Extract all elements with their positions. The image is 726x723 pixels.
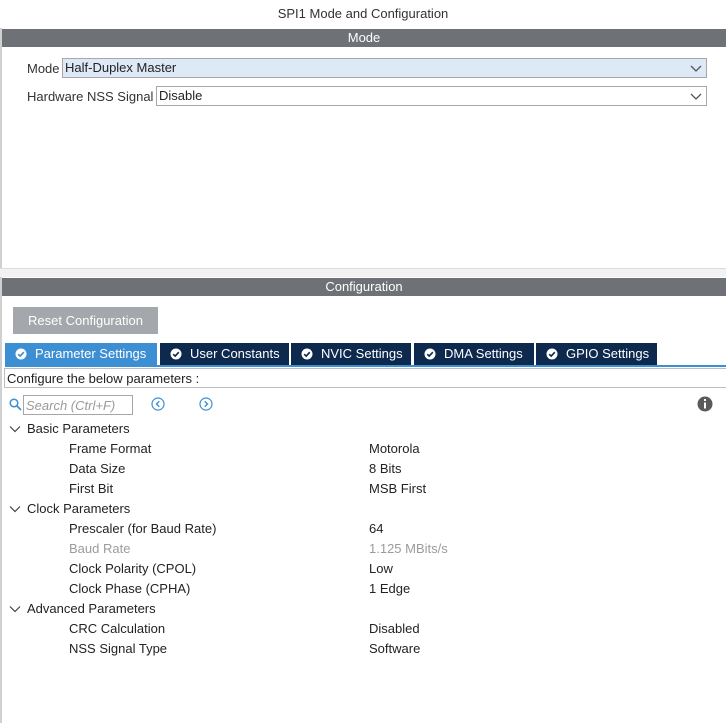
chevron-down-icon <box>690 93 702 100</box>
tab-underline <box>5 365 726 367</box>
expand-chevron-icon[interactable] <box>9 424 21 434</box>
nss-label: Hardware NSS Signal <box>27 89 154 104</box>
chevron-down-icon <box>690 65 702 72</box>
arrow-left-circle-icon[interactable] <box>151 397 165 411</box>
param-value[interactable]: MSB First <box>369 479 426 499</box>
tab-parameter-settings[interactable]: Parameter Settings <box>5 343 157 365</box>
mode-label: Mode <box>27 61 60 76</box>
param-value[interactable]: 8 Bits <box>369 459 402 479</box>
param-name: First Bit <box>69 481 114 496</box>
parameters-subtitle: Configure the below parameters : <box>7 371 200 386</box>
nss-select[interactable]: Disable <box>156 86 707 106</box>
panel-splitter[interactable] <box>0 268 726 277</box>
mode-select-value: Half-Duplex Master <box>65 60 177 75</box>
param-value[interactable]: 1 Edge <box>369 579 410 599</box>
param-value[interactable]: Motorola <box>369 439 420 459</box>
search-input[interactable] <box>23 395 133 415</box>
param-value[interactable]: Software <box>369 639 420 659</box>
expand-chevron-icon[interactable] <box>9 504 21 514</box>
window-title: SPI1 Mode and Configuration <box>277 6 449 21</box>
search-icon <box>9 398 22 411</box>
param-name: CRC Calculation <box>69 621 166 636</box>
tab-nvic-settings[interactable]: NVIC Settings <box>291 343 411 365</box>
tab-gpio-settings[interactable]: GPIO Settings <box>536 343 657 365</box>
param-value[interactable]: 64 <box>369 519 383 539</box>
tab-label: User Constants <box>190 346 280 361</box>
group-title-clock[interactable]: Clock Parameters <box>27 499 130 519</box>
tab-user-constants[interactable]: User Constants <box>160 343 289 365</box>
mode-section-header: Mode <box>2 29 726 47</box>
nss-select-value: Disable <box>159 88 203 103</box>
info-icon[interactable] <box>697 396 713 412</box>
check-circle-icon <box>424 348 436 360</box>
parameters-subtitle-box: Configure the below parameters : <box>4 368 726 388</box>
param-name: Prescaler (for Baud Rate) <box>69 521 217 536</box>
param-value[interactable]: Low <box>369 559 393 579</box>
check-circle-icon <box>170 348 182 360</box>
config-panel-left-border <box>0 277 2 723</box>
mode-select[interactable]: Half-Duplex Master <box>62 58 707 78</box>
tab-dma-settings[interactable]: DMA Settings <box>414 343 534 365</box>
param-name: Clock Phase (CPHA) <box>69 581 191 596</box>
tab-label: NVIC Settings <box>321 346 403 361</box>
param-value: 1.125 MBits/s <box>369 541 448 556</box>
reset-configuration-button[interactable]: Reset Configuration <box>13 307 158 334</box>
param-name: Frame Format <box>69 441 152 456</box>
arrow-right-circle-icon[interactable] <box>199 397 213 411</box>
param-value[interactable]: Disabled <box>369 619 420 639</box>
param-name: Baud Rate <box>69 541 131 556</box>
param-name: Data Size <box>69 461 126 476</box>
check-circle-icon <box>546 348 558 360</box>
param-name: Clock Polarity (CPOL) <box>69 561 197 576</box>
mode-panel-left-border <box>0 28 2 268</box>
config-section-header: Configuration <box>2 278 726 296</box>
check-circle-icon <box>15 348 27 360</box>
expand-chevron-icon[interactable] <box>9 604 21 614</box>
tab-label: Parameter Settings <box>35 346 147 361</box>
check-circle-icon <box>301 348 313 360</box>
param-name: NSS Signal Type <box>69 641 168 656</box>
tab-label: DMA Settings <box>444 346 523 361</box>
group-title-advanced[interactable]: Advanced Parameters <box>27 599 156 619</box>
group-title-basic[interactable]: Basic Parameters <box>27 419 130 439</box>
tab-label: GPIO Settings <box>566 346 650 361</box>
